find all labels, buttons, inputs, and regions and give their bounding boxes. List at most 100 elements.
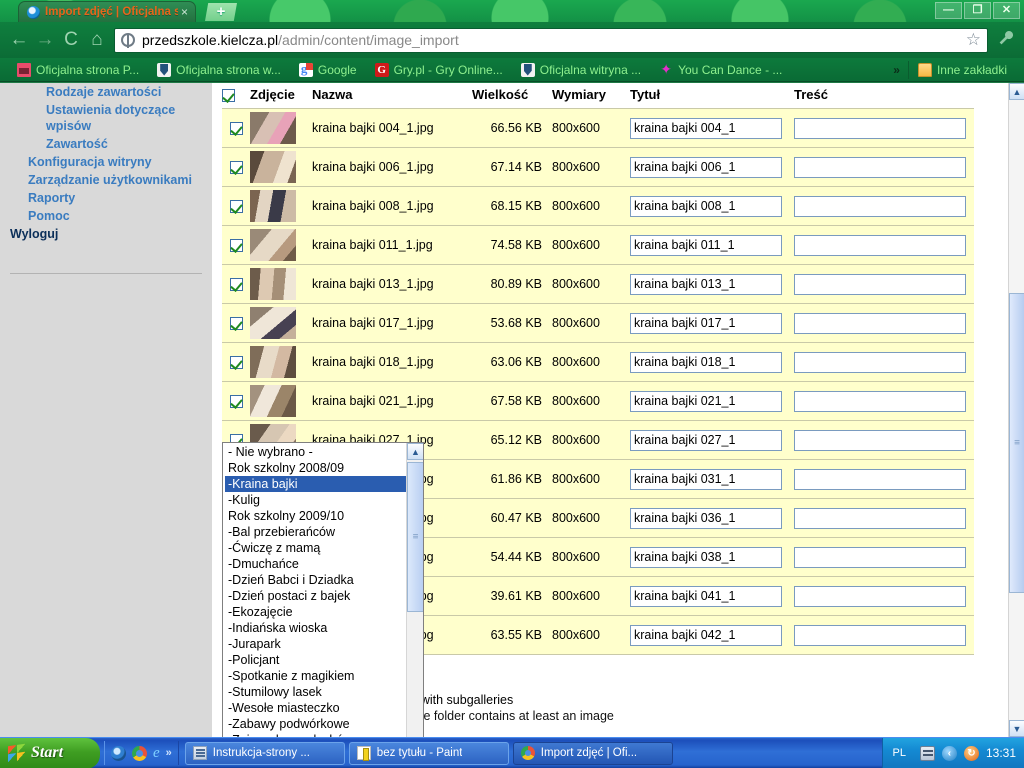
dropdown-option-selected[interactable]: -Kraina bajki — [225, 476, 406, 492]
bookmark-item-5[interactable]: ✦ You Can Dance - ... — [650, 62, 791, 77]
dropdown-scrollbar-thumb[interactable] — [407, 462, 423, 612]
show-hidden-icons[interactable]: ‹ — [941, 745, 957, 761]
back-icon[interactable]: ← — [6, 27, 32, 53]
dropdown-option[interactable]: -Dzień Babci i Dziadka — [225, 572, 406, 588]
row-checkbox[interactable] — [229, 317, 243, 331]
keyboard-icon[interactable] — [919, 745, 935, 761]
dropdown-option[interactable]: -Zajączek u maluchów — [225, 732, 406, 737]
reload-icon[interactable]: C — [58, 27, 84, 53]
sidebar-item-zawartosc[interactable]: Zawartość — [0, 135, 212, 153]
dropdown-option[interactable]: -Dzień postaci z bajek — [225, 588, 406, 604]
dropdown-option[interactable]: -Kulig — [225, 492, 406, 508]
dropdown-option[interactable]: -Ćwiczę z mamą — [225, 540, 406, 556]
row-content-input[interactable] — [794, 351, 966, 373]
bookmark-item-2[interactable]: Google — [290, 62, 366, 77]
bookmark-item-3[interactable]: G Gry.pl - Gry Online... — [366, 62, 512, 77]
quicklaunch-overflow-icon[interactable]: » — [166, 747, 172, 759]
dropdown-option[interactable]: -Wesołe miasteczko — [225, 700, 406, 716]
taskbar-item-paint[interactable]: bez tytułu - Paint — [348, 741, 509, 765]
row-checkbox[interactable] — [229, 200, 243, 214]
row-content-input[interactable] — [794, 585, 966, 607]
row-title-input[interactable] — [630, 468, 782, 490]
tab-import-zdjec[interactable]: Import zdjęć | Oficjalna s × — [18, 1, 196, 22]
row-content-input[interactable] — [794, 234, 966, 256]
bookmarks-overflow-icon[interactable]: » — [885, 63, 908, 77]
row-title-input[interactable] — [630, 624, 782, 646]
sidebar-item-zarzadzanie-uzytkownikami[interactable]: Zarządzanie użytkownikami — [0, 171, 212, 189]
chrome-icon[interactable] — [132, 745, 147, 761]
row-title-input[interactable] — [630, 195, 782, 217]
bookmark-star-icon[interactable]: ☆ — [960, 30, 981, 50]
row-title-input[interactable] — [630, 429, 782, 451]
row-title-input[interactable] — [630, 117, 782, 139]
sidebar-item-konfiguracja-witryny[interactable]: Konfiguracja witryny — [0, 153, 212, 171]
row-title-input[interactable] — [630, 273, 782, 295]
row-content-input[interactable] — [794, 546, 966, 568]
row-title-input[interactable] — [630, 390, 782, 412]
dropdown-option[interactable]: - Nie wybrano - — [225, 444, 406, 460]
forward-icon[interactable]: → — [32, 27, 58, 53]
update-icon[interactable]: ↻ — [963, 745, 979, 761]
page-scrollbar[interactable]: ▲ ▼ — [1008, 83, 1024, 737]
row-checkbox[interactable] — [229, 239, 243, 253]
row-content-input[interactable] — [794, 195, 966, 217]
sidebar-item-ustawienia-wpisow[interactable]: Ustawienia dotyczące wpisów — [0, 101, 212, 135]
scroll-up-icon[interactable]: ▲ — [407, 443, 423, 460]
taskbar-item-chrome[interactable]: Import zdjęć | Ofi... — [512, 741, 673, 765]
row-content-input[interactable] — [794, 390, 966, 412]
dropdown-scrollbar[interactable]: ▲ ▼ — [406, 443, 423, 737]
row-title-input[interactable] — [630, 507, 782, 529]
dropdown-option[interactable]: -Stumilowy lasek — [225, 684, 406, 700]
row-title-input[interactable] — [630, 234, 782, 256]
row-content-input[interactable] — [794, 156, 966, 178]
page-scrollbar-thumb[interactable] — [1009, 293, 1024, 593]
gallery-dropdown-list[interactable]: - Nie wybrano - Rok szkolny 2008/09 -Kra… — [222, 442, 424, 737]
row-title-input[interactable] — [630, 351, 782, 373]
dropdown-option[interactable]: -Spotkanie z magikiem — [225, 668, 406, 684]
bookmark-item-0[interactable]: Oficjalna strona P... — [8, 62, 148, 77]
select-all-checkbox[interactable] — [222, 89, 235, 103]
maximize-icon[interactable]: ❐ — [964, 2, 991, 19]
language-indicator[interactable]: PL — [893, 747, 911, 759]
row-content-input[interactable] — [794, 429, 966, 451]
minimize-icon[interactable]: — — [935, 2, 962, 19]
dropdown-option[interactable]: -Dmuchańce — [225, 556, 406, 572]
other-bookmarks-folder[interactable]: Inne zakładki — [909, 62, 1016, 77]
page-scroll-down-icon[interactable]: ▼ — [1009, 720, 1024, 737]
dropdown-option[interactable]: Rok szkolny 2008/09 — [225, 460, 406, 476]
row-title-input[interactable] — [630, 156, 782, 178]
ie-icon[interactable] — [111, 745, 126, 761]
row-title-input[interactable] — [630, 546, 782, 568]
address-bar[interactable]: przedszkole.kielcza.pl/admin/content/ima… — [114, 27, 988, 53]
dropdown-option[interactable]: Rok szkolny 2009/10 — [225, 508, 406, 524]
home-icon[interactable]: ⌂ — [84, 27, 110, 53]
row-title-input[interactable] — [630, 585, 782, 607]
dropdown-option[interactable]: -Bal przebierańców — [225, 524, 406, 540]
explorer-icon[interactable]: e — [153, 745, 160, 761]
row-title-input[interactable] — [630, 312, 782, 334]
sidebar-item-wyloguj[interactable]: Wyloguj — [0, 225, 212, 243]
dropdown-option[interactable]: -Ekozajęcie — [225, 604, 406, 620]
row-checkbox[interactable] — [229, 356, 243, 370]
row-content-input[interactable] — [794, 312, 966, 334]
bookmark-item-1[interactable]: Oficjalna strona w... — [148, 62, 290, 77]
new-tab-button[interactable]: + — [205, 3, 237, 21]
row-checkbox[interactable] — [229, 122, 243, 136]
page-scroll-up-icon[interactable]: ▲ — [1009, 83, 1024, 100]
row-content-input[interactable] — [794, 117, 966, 139]
dropdown-option[interactable]: -Policjant — [225, 652, 406, 668]
wrench-menu-icon[interactable] — [994, 30, 1018, 51]
row-content-input[interactable] — [794, 273, 966, 295]
sidebar-item-pomoc[interactable]: Pomoc — [0, 207, 212, 225]
start-button[interactable]: Start — [0, 737, 100, 768]
row-content-input[interactable] — [794, 468, 966, 490]
sidebar-item-rodzaje-zawartosci[interactable]: Rodzaje zawartości — [0, 83, 212, 101]
row-checkbox[interactable] — [229, 161, 243, 175]
taskbar-item-instrukcja[interactable]: Instrukcja-strony ... — [184, 741, 345, 765]
row-checkbox[interactable] — [229, 395, 243, 409]
sidebar-item-raporty[interactable]: Raporty — [0, 189, 212, 207]
dropdown-option[interactable]: -Zabawy podwórkowe — [225, 716, 406, 732]
dropdown-option[interactable]: -Jurapark — [225, 636, 406, 652]
row-content-input[interactable] — [794, 624, 966, 646]
close-window-icon[interactable]: ✕ — [993, 2, 1020, 19]
